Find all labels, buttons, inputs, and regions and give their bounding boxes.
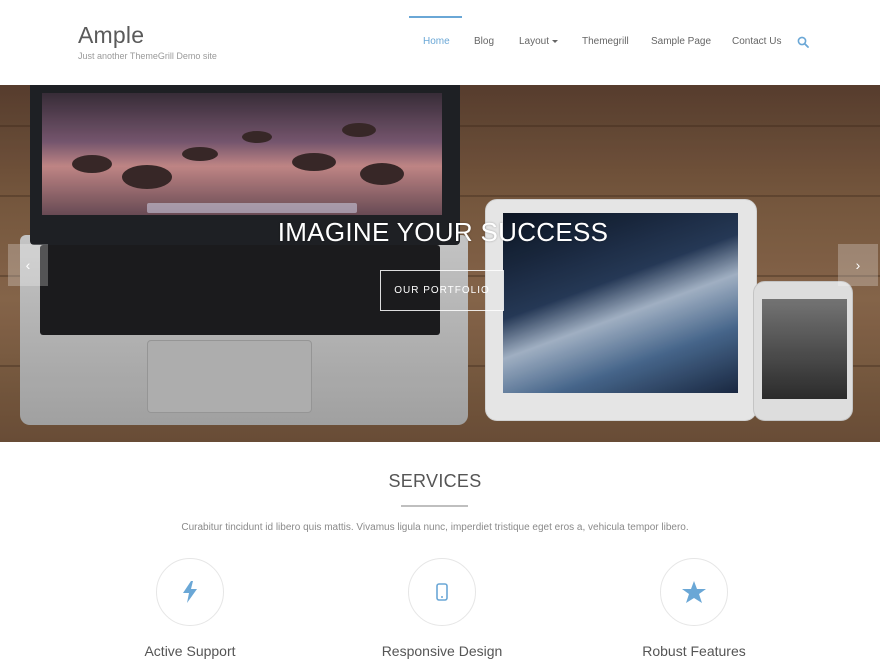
site-title[interactable]: Ample: [78, 22, 144, 49]
service-icon-circle[interactable]: [408, 558, 476, 626]
service-name[interactable]: Active Support: [80, 643, 300, 659]
nav-active-indicator: [409, 16, 462, 18]
hero-overlay: [0, 85, 880, 442]
nav-item-contact-us[interactable]: Contact Us: [732, 36, 781, 47]
search-icon[interactable]: [797, 36, 809, 48]
bolt-icon: [183, 581, 197, 603]
hero-slider: IMAGINE YOUR SUCCESS OUR PORTFOLIO ‹ ›: [0, 85, 880, 442]
hero-title: IMAGINE YOUR SUCCESS: [277, 217, 609, 247]
service-icon-circle[interactable]: [660, 558, 728, 626]
caret-down-icon: [552, 39, 559, 43]
nav-item-home[interactable]: Home: [423, 36, 450, 47]
slider-prev-button[interactable]: ‹: [8, 244, 48, 286]
service-name[interactable]: Responsive Design: [332, 643, 552, 659]
services-description: Curabitur tincidunt id libero quis matti…: [181, 522, 689, 533]
services-title: SERVICES: [388, 471, 482, 491]
chevron-right-icon: ›: [855, 257, 861, 273]
nav-item-sample-page[interactable]: Sample Page: [651, 36, 711, 47]
chevron-left-icon: ‹: [25, 257, 31, 273]
nav-item-blog[interactable]: Blog: [474, 36, 494, 47]
services-title-underline: [401, 505, 468, 507]
star-icon: [682, 581, 706, 603]
site-description: Just another ThemeGrill Demo site: [78, 51, 217, 61]
site-header: Ample Just another ThemeGrill Demo site …: [0, 0, 880, 85]
mobile-icon: [436, 583, 448, 601]
our-portfolio-button[interactable]: OUR PORTFOLIO: [380, 270, 504, 311]
service-icon-circle[interactable]: [156, 558, 224, 626]
nav-item-themegrill[interactable]: Themegrill: [582, 36, 629, 47]
service-name[interactable]: Robust Features: [584, 643, 804, 659]
slider-next-button[interactable]: ›: [838, 244, 878, 286]
nav-item-layout-label: Layout: [519, 36, 550, 47]
nav-item-layout[interactable]: Layout: [519, 36, 559, 47]
